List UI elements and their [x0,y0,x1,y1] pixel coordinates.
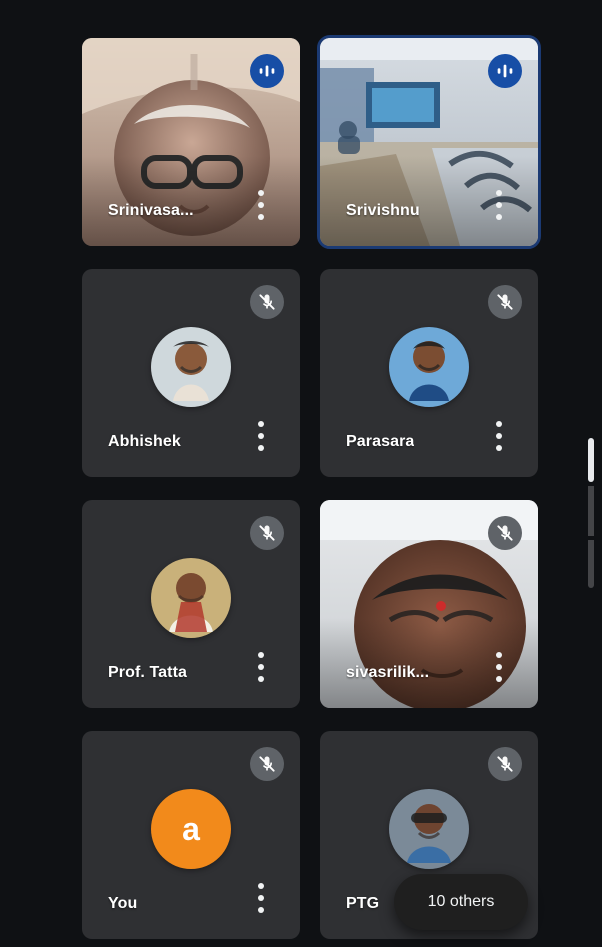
more-dot [496,214,502,220]
more-dot [496,445,502,451]
audio-level-icon [488,54,522,88]
participant-name: Prof. Tatta [108,664,188,681]
more-vert-icon[interactable] [494,190,504,220]
participant-name: Abhishek [108,433,181,450]
avatar-photo [389,789,469,869]
more-dot [496,190,502,196]
scrollbar-thumb[interactable] [588,438,594,482]
more-dot [496,421,502,427]
more-vert-icon[interactable] [494,652,504,682]
avatar [151,558,231,638]
mic-off-icon [250,516,284,550]
more-dot [496,664,502,670]
audio-level-icon [250,54,284,88]
more-dot [496,652,502,658]
more-dot [496,433,502,439]
participant-tile-abhishek[interactable]: Abhishek [82,269,300,477]
more-dot [496,202,502,208]
more-dot [258,664,264,670]
participant-name: sivasrilik... [346,664,430,681]
mic-off-glyph [259,525,275,541]
mic-off-icon [250,285,284,319]
letter-avatar: a [151,789,231,869]
mic-off-icon [488,285,522,319]
more-dot [258,445,264,451]
more-vert-icon[interactable] [256,652,266,682]
more-dot [258,433,264,439]
more-dot [258,676,264,682]
participant-name: You [108,895,138,912]
participant-name: PTG [346,895,380,912]
avatar [389,327,469,407]
participant-name: Srivishnu [346,202,420,219]
participant-tile-parasara[interactable]: Parasara [320,269,538,477]
more-vert-icon[interactable] [494,421,504,451]
participant-tile-sivasrilik[interactable]: sivasrilik... [320,500,538,708]
others-count-label: 10 others [427,893,495,910]
participant-tile-prof-tatta[interactable]: Prof. Tatta [82,500,300,708]
participant-tile-you[interactable]: a You [82,731,300,939]
avatar [389,789,469,869]
mic-off-glyph [259,294,275,310]
avatar-photo [151,327,231,407]
avatar [151,327,231,407]
avatar-photo [389,327,469,407]
avatar-photo [151,558,231,638]
avatar-letter: a [182,810,200,847]
more-dot [258,190,264,196]
others-pill[interactable]: 10 others [394,874,528,930]
more-dot [258,421,264,427]
more-dot [258,652,264,658]
mic-off-icon [250,747,284,781]
more-dot [258,895,264,901]
participant-tile-srivishnu[interactable]: Srivishnu [317,35,541,249]
mic-off-icon [488,516,522,550]
more-vert-icon[interactable] [256,883,266,913]
more-dot [258,883,264,889]
participant-name: Parasara [346,433,415,450]
mic-off-glyph [497,525,513,541]
mic-off-glyph [497,294,513,310]
meeting-participant-grid-screen: Srinivasa... Srivishnu Abhishek Parasara… [0,0,602,947]
more-vert-icon[interactable] [256,190,266,220]
more-dot [258,214,264,220]
more-dot [258,202,264,208]
more-dot [258,907,264,913]
participant-tile-srinivasa[interactable]: Srinivasa... [82,38,300,246]
mic-off-glyph [497,756,513,772]
participant-name: Srinivasa... [108,202,194,219]
audio-level-glyph [259,65,275,77]
mic-off-glyph [259,756,275,772]
more-dot [496,676,502,682]
vertical-scrollbar[interactable] [588,438,594,588]
mic-off-icon [488,747,522,781]
more-vert-icon[interactable] [256,421,266,451]
audio-level-glyph [497,64,513,78]
participant-grid: Srinivasa... Srivishnu Abhishek Parasara… [82,35,544,939]
